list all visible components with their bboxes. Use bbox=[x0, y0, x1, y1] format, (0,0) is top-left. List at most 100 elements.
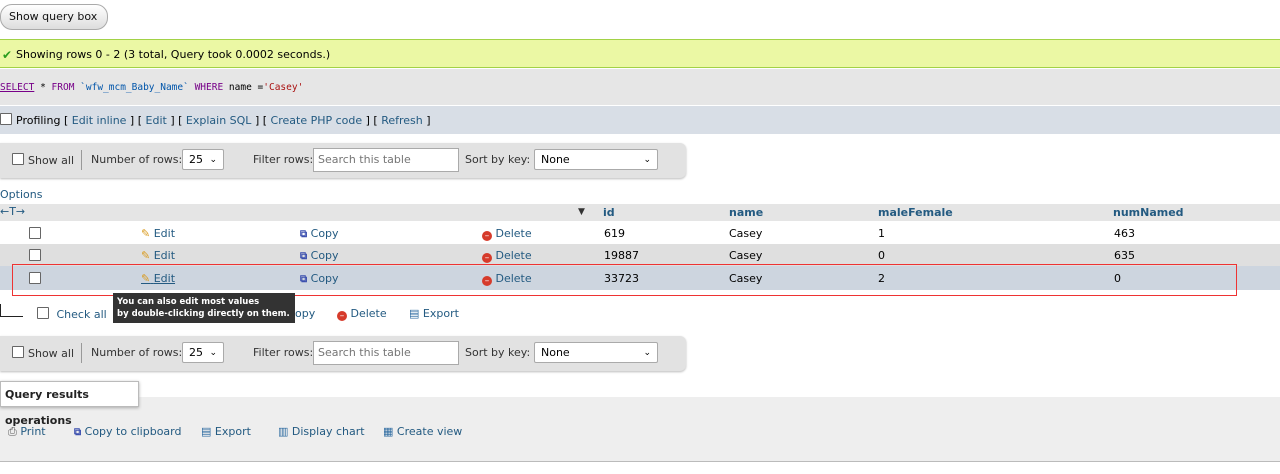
show-all-checkbox[interactable] bbox=[12, 153, 24, 165]
show-query-box-button[interactable]: Show query box bbox=[0, 4, 109, 30]
cell-malefemale[interactable]: 1 bbox=[878, 227, 885, 240]
success-message: Showing rows 0 - 2 (3 total, Query took … bbox=[16, 48, 331, 61]
chevron-down-icon: ⌄ bbox=[643, 155, 651, 165]
export-icon: ▤ bbox=[409, 307, 420, 320]
check-all-toggle[interactable]: Check all bbox=[37, 307, 107, 321]
cell-name[interactable]: Casey bbox=[729, 227, 762, 240]
sql-select-keyword[interactable]: SELECT bbox=[0, 82, 34, 93]
edit-row-link[interactable]: ✎ Edit bbox=[141, 249, 175, 262]
show-all-toggle[interactable]: Show all bbox=[12, 153, 74, 167]
explain-sql-link[interactable]: Explain SQL bbox=[186, 114, 252, 127]
copy-selected-link[interactable]: opy bbox=[295, 307, 315, 320]
check-all-label: Check all bbox=[56, 308, 107, 321]
sort-caret-icon[interactable]: ▼ bbox=[578, 207, 585, 217]
delete-icon: – bbox=[337, 311, 347, 321]
column-header-id[interactable]: id bbox=[603, 206, 615, 219]
column-header-numnamed[interactable]: numNamed bbox=[1113, 206, 1184, 219]
sort-by-key-select[interactable]: None ⌄ bbox=[534, 342, 658, 363]
tooltip: You can also edit most values by double-… bbox=[113, 293, 295, 323]
display-chart-label: Display chart bbox=[291, 425, 365, 438]
edit-inline-link[interactable]: Edit inline bbox=[72, 114, 127, 127]
navigation-bar-top: Show all Number of rows: 25 ⌄ Filter rows… bbox=[0, 143, 686, 178]
create-php-code-link[interactable]: Create PHP code bbox=[271, 114, 363, 127]
column-header-name[interactable]: name bbox=[729, 206, 763, 219]
copy-row-link[interactable]: ⧉ Copy bbox=[300, 249, 339, 262]
copy-label: Copy bbox=[310, 249, 339, 262]
delete-label: Delete bbox=[495, 249, 532, 262]
export-selected-label: Export bbox=[422, 307, 459, 320]
cell-id[interactable]: 619 bbox=[604, 227, 625, 240]
pencil-icon: ✎ bbox=[141, 227, 151, 240]
display-chart-link[interactable]: ▥ Display chart bbox=[278, 425, 365, 438]
delete-selected-link[interactable]: – Delete bbox=[337, 307, 387, 321]
export-selected-link[interactable]: ▤ Export bbox=[409, 307, 459, 320]
profiling-checkbox[interactable] bbox=[0, 113, 12, 125]
sort-by-key-label: Sort by key: bbox=[465, 346, 531, 359]
filter-rows-label: Filter rows: bbox=[253, 153, 314, 166]
navigation-bar-bottom: Show all Number of rows: 25 ⌄ Filter rows… bbox=[0, 336, 686, 371]
edit-label: Edit bbox=[153, 227, 176, 240]
copy-icon: ⧉ bbox=[74, 427, 82, 438]
show-all-label: Show all bbox=[28, 347, 75, 360]
number-of-rows-value: 25 bbox=[189, 346, 203, 359]
cell-name[interactable]: Casey bbox=[729, 249, 762, 262]
chevron-down-icon: ⌄ bbox=[643, 348, 651, 358]
checkmark-icon: ✔ bbox=[2, 48, 13, 62]
number-of-rows-value: 25 bbox=[189, 153, 203, 166]
sql-from-keyword: FROM bbox=[51, 82, 75, 93]
delete-row-link[interactable]: – Delete bbox=[482, 249, 532, 263]
cell-numnamed[interactable]: 463 bbox=[1114, 227, 1135, 240]
row-checkbox[interactable] bbox=[29, 227, 41, 239]
show-all-label: Show all bbox=[28, 154, 75, 167]
profiling-bar: Profiling [ Edit inline ] [ Edit ] [ Exp… bbox=[0, 106, 1280, 134]
options-link[interactable]: Options bbox=[0, 188, 42, 201]
results-table-header: ←T→ ▼ id name maleFemale numNamed bbox=[0, 204, 1280, 221]
cell-numnamed[interactable]: 635 bbox=[1114, 249, 1135, 262]
column-header-malefemale[interactable]: maleFemale bbox=[878, 206, 953, 219]
copy-row-link[interactable]: ⧉ Copy bbox=[300, 227, 339, 240]
table-row: ✎ Edit ⧉ Copy – Delete 19887 Casey 0 635 bbox=[0, 244, 1280, 266]
chevron-down-icon: ⌄ bbox=[209, 155, 217, 165]
show-all-checkbox[interactable] bbox=[12, 346, 24, 358]
tooltip-line-2: by double-clicking directly on them. bbox=[117, 309, 290, 319]
sql-value: 'Casey' bbox=[263, 82, 304, 93]
copy-to-clipboard-link[interactable]: ⧉ Copy to clipboard bbox=[74, 425, 182, 438]
number-of-rows-select[interactable]: 25 ⌄ bbox=[182, 149, 224, 170]
copy-label: Copy bbox=[310, 227, 339, 240]
sql-where-keyword: WHERE bbox=[194, 82, 224, 93]
edit-row-link[interactable]: ✎ Edit bbox=[141, 227, 175, 240]
refresh-link[interactable]: Refresh bbox=[381, 114, 423, 127]
sort-by-key-value: None bbox=[541, 153, 570, 166]
create-view-label: Create view bbox=[396, 425, 463, 438]
profiling-label: Profiling bbox=[16, 114, 61, 127]
copy-icon: ⧉ bbox=[300, 251, 308, 262]
divider bbox=[81, 150, 82, 170]
sort-by-key-select[interactable]: None ⌄ bbox=[534, 149, 658, 170]
sql-query-text: SELECT * FROM `wfw_mcm_Baby_Name` WHERE … bbox=[0, 82, 303, 93]
delete-selected-label: Delete bbox=[350, 307, 387, 320]
sql-star: * bbox=[40, 82, 46, 93]
filter-rows-input[interactable]: Search this table bbox=[313, 148, 459, 172]
column-resize-arrows-icon[interactable]: ←T→ bbox=[0, 205, 25, 218]
view-icon: ▦ bbox=[383, 425, 394, 438]
create-view-link[interactable]: ▦ Create view bbox=[383, 425, 462, 438]
delete-label: Delete bbox=[495, 227, 532, 240]
edit-link[interactable]: Edit bbox=[146, 114, 167, 127]
cell-id[interactable]: 19887 bbox=[604, 249, 639, 262]
pencil-icon: ✎ bbox=[141, 249, 151, 262]
filter-rows-input[interactable]: Search this table bbox=[313, 341, 459, 365]
show-all-toggle[interactable]: Show all bbox=[12, 346, 74, 360]
number-of-rows-select[interactable]: 25 ⌄ bbox=[182, 342, 224, 363]
export-link[interactable]: ▤ Export bbox=[201, 425, 251, 438]
row-checkbox[interactable] bbox=[29, 249, 41, 261]
sql-table-name: `wfw_mcm_Baby_Name` bbox=[80, 82, 189, 93]
delete-icon: – bbox=[482, 231, 492, 241]
delete-row-link[interactable]: – Delete bbox=[482, 227, 532, 241]
export-icon: ▤ bbox=[201, 425, 212, 438]
success-message-bar: ✔ Showing rows 0 - 2 (3 total, Query too… bbox=[0, 39, 1280, 68]
cell-malefemale[interactable]: 0 bbox=[878, 249, 885, 262]
edit-label: Edit bbox=[153, 249, 176, 262]
delete-icon: – bbox=[482, 253, 492, 263]
table-row: ✎ Edit ⧉ Copy – Delete 619 Casey 1 463 bbox=[0, 222, 1280, 244]
check-all-checkbox[interactable] bbox=[37, 307, 49, 319]
